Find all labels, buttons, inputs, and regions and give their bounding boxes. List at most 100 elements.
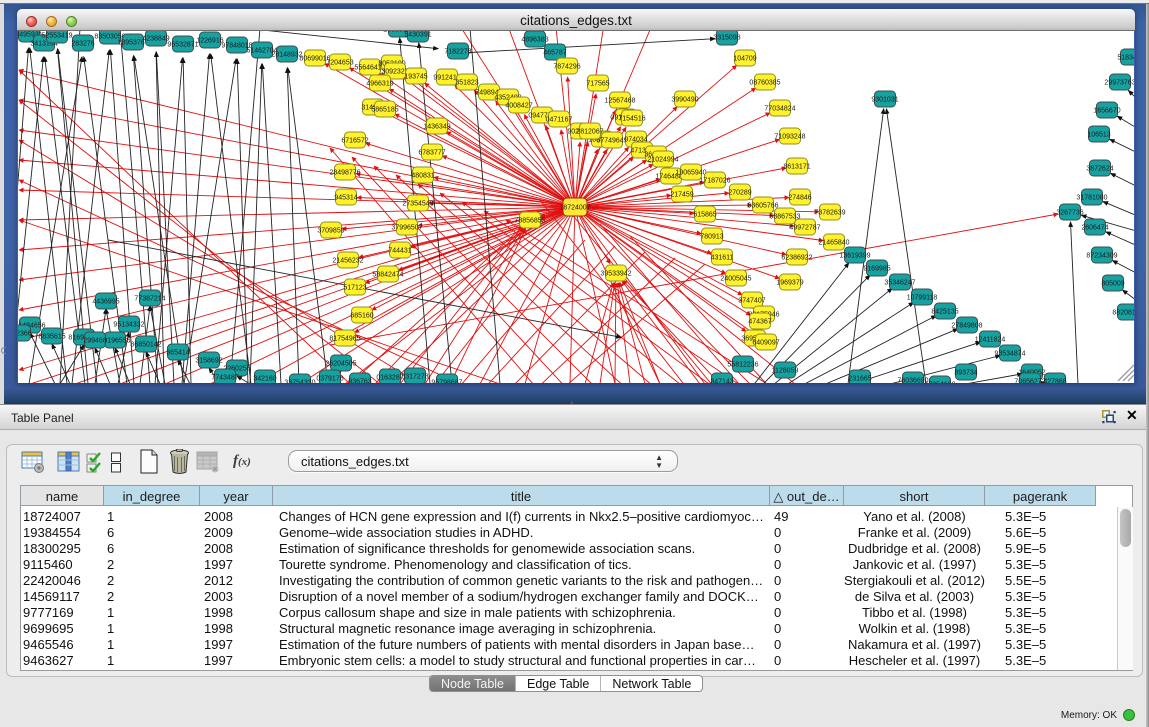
- svg-text:6409097: 6409097: [752, 340, 779, 347]
- svg-text:1656670: 1656670: [1093, 108, 1120, 115]
- svg-text:5865185: 5865185: [371, 107, 398, 114]
- svg-text:1226916: 1226916: [196, 38, 223, 45]
- svg-text:78856855: 78856855: [514, 218, 545, 225]
- svg-text:7874296: 7874296: [553, 64, 580, 71]
- svg-text:27849808: 27849808: [951, 323, 982, 330]
- svg-text:4008427: 4008427: [505, 103, 532, 110]
- svg-text:517123: 517123: [343, 285, 366, 292]
- svg-text:8425135: 8425135: [931, 309, 958, 316]
- svg-text:615865: 615865: [693, 212, 716, 219]
- svg-text:3267736: 3267736: [1056, 210, 1083, 217]
- svg-text:2812067: 2812067: [576, 129, 603, 136]
- svg-text:4896383: 4896383: [521, 37, 548, 44]
- svg-text:7204653: 7204653: [326, 60, 353, 67]
- svg-text:104709: 104709: [733, 56, 756, 63]
- svg-text:77034824: 77034824: [764, 106, 795, 113]
- svg-text:12567468: 12567468: [604, 98, 635, 105]
- svg-text:8317278: 8317278: [401, 374, 428, 381]
- svg-text:3158692: 3158692: [195, 358, 222, 365]
- svg-text:19065940: 19065940: [675, 170, 706, 177]
- svg-text:8613171: 8613171: [783, 164, 810, 171]
- svg-text:482366: 482366: [18, 331, 32, 338]
- svg-text:3872624: 3872624: [1086, 166, 1113, 173]
- svg-text:28148932: 28148932: [271, 52, 302, 59]
- svg-text:1436349: 1436349: [423, 124, 450, 131]
- svg-text:347143: 347143: [710, 379, 733, 384]
- svg-text:4966319: 4966319: [366, 81, 393, 88]
- svg-text:427868: 427868: [1043, 379, 1066, 384]
- svg-text:63605766: 63605766: [747, 203, 778, 210]
- svg-text:29973763: 29973763: [1104, 80, 1134, 87]
- svg-text:217459: 217459: [670, 192, 693, 199]
- svg-text:12411824: 12411824: [975, 337, 1006, 344]
- svg-text:77387214: 77387214: [134, 296, 165, 303]
- svg-text:4238849: 4238849: [142, 36, 169, 43]
- svg-text:8835615: 8835615: [38, 334, 65, 341]
- svg-text:283276: 283276: [71, 41, 94, 48]
- svg-text:5430391: 5430391: [404, 32, 431, 39]
- svg-text:93534874: 93534874: [994, 351, 1025, 358]
- svg-text:21456232: 21456232: [332, 258, 363, 265]
- svg-text:21024994: 21024994: [647, 157, 678, 164]
- svg-text:3709859: 3709859: [317, 228, 344, 235]
- svg-text:0379176: 0379176: [316, 376, 343, 383]
- svg-text:465787: 465787: [543, 50, 566, 57]
- svg-text:685160: 685160: [350, 313, 373, 320]
- svg-text:27354549: 27354549: [402, 201, 433, 208]
- svg-text:480831: 480831: [411, 173, 434, 180]
- svg-text:3990490: 3990490: [671, 97, 698, 104]
- svg-text:37996507: 37996507: [391, 225, 422, 232]
- svg-text:33754330: 33754330: [284, 380, 315, 384]
- svg-text:08760385: 08760385: [749, 80, 780, 87]
- svg-text:13619399: 13619399: [839, 253, 870, 260]
- svg-text:0471167: 0471167: [546, 117, 573, 124]
- svg-text:6783777: 6783777: [418, 150, 445, 157]
- svg-text:2606474: 2606474: [1081, 225, 1108, 232]
- svg-text:73782639: 73782639: [814, 210, 845, 217]
- svg-text:7182278: 7182278: [444, 49, 471, 56]
- svg-text:4436995: 4436995: [92, 299, 119, 306]
- svg-text:18724007: 18724007: [559, 205, 590, 212]
- svg-text:96532871: 96532871: [167, 42, 198, 49]
- svg-text:24005045: 24005045: [720, 276, 751, 283]
- svg-text:106513: 106513: [1087, 132, 1110, 139]
- svg-text:81754965: 81754965: [329, 336, 360, 343]
- svg-text:717565: 717565: [586, 81, 609, 88]
- svg-text:88208121: 88208121: [1112, 310, 1134, 317]
- svg-text:893734: 893734: [954, 370, 977, 377]
- svg-text:9301031: 9301031: [871, 97, 898, 104]
- svg-text:52553419: 52553419: [41, 33, 72, 40]
- svg-text:231665: 231665: [848, 376, 871, 383]
- svg-text:67749649: 67749649: [596, 138, 627, 145]
- svg-text:299468: 299468: [83, 338, 106, 345]
- svg-text:945314: 945314: [334, 195, 357, 202]
- svg-text:5183473: 5183473: [1117, 55, 1134, 62]
- svg-text:58867533: 58867533: [769, 214, 800, 221]
- svg-text:3747407: 3747407: [738, 298, 765, 305]
- svg-text:67054668: 67054668: [924, 382, 955, 384]
- svg-text:7743487: 7743487: [211, 375, 238, 382]
- svg-text:35346247: 35346247: [884, 280, 915, 287]
- svg-text:10799118: 10799118: [907, 295, 938, 302]
- svg-text:86850142: 86850142: [130, 342, 161, 349]
- svg-text:780913: 780913: [700, 234, 723, 241]
- svg-text:55812236: 55812236: [727, 362, 758, 369]
- svg-text:0163287: 0163287: [376, 375, 403, 382]
- svg-text:95798687: 95798687: [431, 380, 462, 384]
- svg-text:49972787: 49972787: [789, 225, 820, 232]
- svg-text:1969379: 1969379: [776, 280, 803, 287]
- svg-text:39533942: 39533942: [600, 271, 631, 278]
- svg-text:193745: 193745: [404, 74, 427, 81]
- svg-text:6716572: 6716572: [341, 138, 368, 145]
- svg-text:3315098: 3315098: [713, 35, 740, 42]
- svg-text:71093248: 71093248: [774, 134, 805, 141]
- svg-text:365414: 365414: [166, 350, 189, 357]
- svg-text:58842474: 58842474: [372, 272, 403, 279]
- svg-text:9169985: 9169985: [863, 266, 890, 273]
- svg-text:744431: 744431: [388, 248, 411, 255]
- svg-text:274846: 274846: [788, 195, 811, 202]
- svg-text:351823: 351823: [455, 80, 478, 87]
- svg-text:87234309: 87234309: [1086, 253, 1117, 260]
- svg-text:62386922: 62386922: [781, 255, 812, 262]
- svg-text:431611: 431611: [711, 255, 734, 262]
